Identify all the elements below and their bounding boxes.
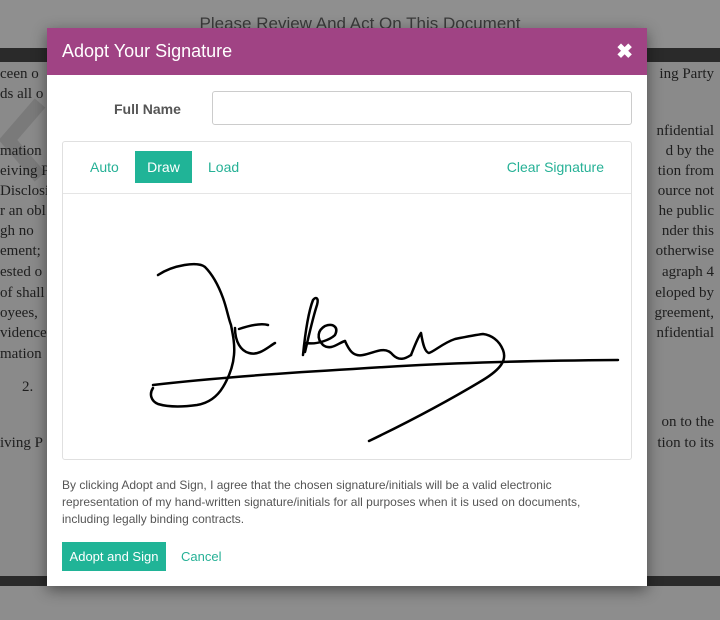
full-name-label: Full Name <box>114 101 181 117</box>
adopt-signature-dialog: Adopt Your Signature ✖ Full Name Auto Dr… <box>47 28 647 586</box>
tab-load[interactable]: Load <box>196 151 251 183</box>
document-text-fragment: ds all o <box>0 86 44 102</box>
signature-drawing-canvas[interactable] <box>63 195 631 459</box>
document-text-fragment: ing Party <box>659 66 714 82</box>
document-text-fragment: ource not <box>657 183 714 199</box>
adopt-and-sign-button[interactable]: Adopt and Sign <box>62 542 166 571</box>
document-text-fragment: eiving P <box>0 163 50 179</box>
document-text-fragment: mation <box>0 143 42 159</box>
cancel-link[interactable]: Cancel <box>181 549 221 564</box>
tab-auto[interactable]: Auto <box>78 151 131 183</box>
document-text-fragment: r an obl <box>0 203 46 219</box>
signature-tabs: Auto Draw Load Clear Signature <box>63 142 631 194</box>
document-text-fragment: ement; <box>0 243 41 259</box>
document-text-fragment: nder this <box>661 223 714 239</box>
document-text-fragment: ested o <box>0 264 43 280</box>
document-text-fragment: of shall <box>0 285 45 301</box>
dialog-header: Adopt Your Signature ✖ <box>47 28 647 75</box>
document-text-fragment: d by the <box>665 143 714 159</box>
legal-disclaimer: By clicking Adopt and Sign, I agree that… <box>62 478 581 526</box>
document-text-fragment: vidence <box>0 325 47 341</box>
signature-panel: Auto Draw Load Clear Signature <box>62 141 632 460</box>
dialog-title: Adopt Your Signature <box>62 41 233 61</box>
document-text-fragment: gh no <box>0 223 34 239</box>
document-text-fragment: oyees, <box>0 305 38 321</box>
full-name-row: Full Name <box>47 91 647 125</box>
document-text-fragment: tion to its <box>657 435 714 451</box>
full-name-input[interactable] <box>212 91 632 125</box>
clear-signature-link[interactable]: Clear Signature <box>495 151 616 183</box>
document-text-fragment: otherwise <box>655 243 714 259</box>
document-text-fragment: 2. <box>22 379 34 395</box>
handwritten-signature <box>149 263 620 443</box>
document-text-fragment: mation <box>0 346 42 362</box>
document-text-fragment: iving P <box>0 435 43 451</box>
close-icon[interactable]: ✖ <box>616 42 633 62</box>
document-text-fragment: nfidential <box>656 123 714 139</box>
tab-draw[interactable]: Draw <box>135 151 192 183</box>
document-text-fragment: on to the <box>661 414 715 430</box>
document-text-fragment: tion from <box>657 163 714 179</box>
document-text-fragment: Disclosi <box>0 183 50 199</box>
document-text-fragment: nfidential <box>656 325 714 341</box>
document-text-fragment: he public <box>658 203 714 219</box>
document-text-fragment: ceen o <box>0 66 39 82</box>
document-text-fragment: eloped by <box>655 285 714 301</box>
document-text-fragment: greement, <box>654 305 714 321</box>
document-text-fragment: agraph 4 <box>661 264 714 280</box>
